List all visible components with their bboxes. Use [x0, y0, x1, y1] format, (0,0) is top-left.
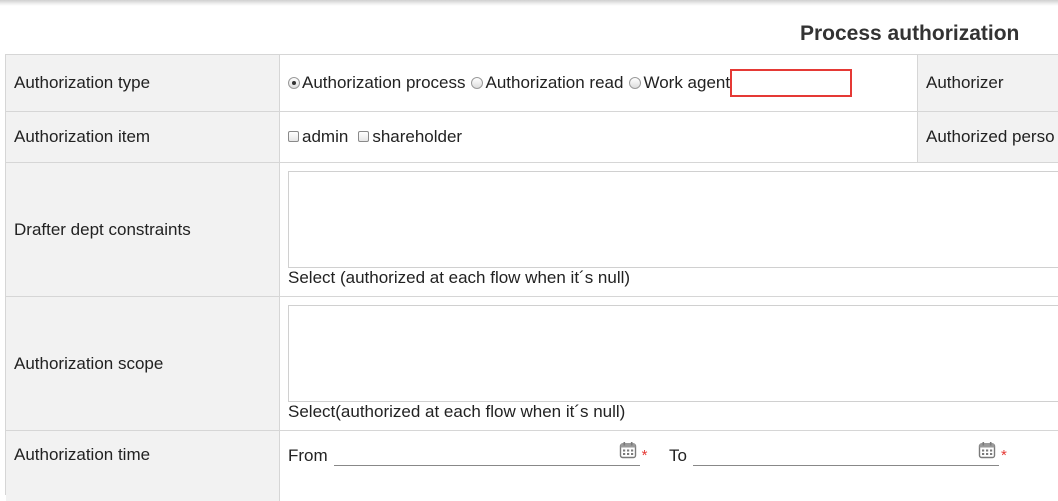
authorization-time-label: Authorization time	[14, 445, 151, 464]
drafter-dept-label-cell: Drafter dept constraints	[6, 163, 280, 296]
drafter-dept-textarea[interactable]	[288, 171, 1058, 268]
page-title: Process authorization	[800, 22, 1020, 45]
radio-unchecked-icon[interactable]	[471, 77, 484, 89]
drafter-dept-select-link[interactable]: Select (authorized at each flow when it´…	[288, 268, 630, 288]
radio-authorization-read[interactable]: Authorization read	[471, 73, 623, 93]
checkbox-admin-label: admin	[302, 127, 349, 146]
radio-work-agent-label: Work agent	[643, 73, 731, 92]
radio-authorization-process[interactable]: Authorization process	[288, 73, 465, 93]
drafter-dept-content: Select (authorized at each flow when it´…	[280, 163, 1058, 296]
authorizer-label-cell: Authorizer	[918, 55, 1058, 111]
authorized-person-label-cell: Authorized perso	[918, 112, 1058, 162]
authorization-form: Authorization type Authorization process…	[5, 54, 1058, 501]
row-authorization-type: Authorization type Authorization process…	[6, 55, 1058, 112]
calendar-icon[interactable]	[619, 441, 637, 459]
radio-authorization-process-label: Authorization process	[302, 73, 466, 92]
from-label: From	[288, 446, 328, 465]
authorization-item-label: Authorization item	[14, 127, 151, 146]
authorization-scope-label-cell: Authorization scope	[6, 297, 280, 430]
authorizer-label: Authorizer	[926, 73, 1004, 92]
to-required-mark: *	[1000, 447, 1007, 464]
to-date-input[interactable]	[692, 442, 999, 466]
radio-authorization-read-label: Authorization read	[485, 73, 624, 92]
to-date-group: To *	[669, 442, 1007, 466]
checkbox-admin[interactable]: admin	[288, 127, 348, 147]
authorization-scope-select-link[interactable]: Select(authorized at each flow when it´s…	[288, 402, 625, 422]
top-rule	[0, 0, 1058, 6]
authorization-time-label-cell: Authorization time	[6, 431, 280, 501]
row-drafter-dept: Drafter dept constraints Select (authori…	[6, 163, 1058, 297]
radio-work-agent[interactable]: Work agent	[629, 73, 730, 93]
work-agent-input[interactable]	[730, 69, 853, 97]
authorization-scope-content: Select(authorized at each flow when it´s…	[280, 297, 1058, 430]
radio-checked-icon[interactable]	[288, 77, 300, 89]
authorization-scope-label: Authorization scope	[14, 353, 164, 373]
from-date-input[interactable]	[333, 442, 640, 466]
from-date-group: From *	[288, 442, 648, 466]
row-authorization-scope: Authorization scope Select(authorized at…	[6, 297, 1058, 431]
checkbox-icon[interactable]	[358, 131, 370, 142]
checkbox-shareholder-label: shareholder	[372, 127, 463, 146]
checkbox-icon[interactable]	[288, 131, 299, 142]
row-authorization-time: Authorization time From * To *	[6, 431, 1058, 501]
authorization-type-options: Authorization process Authorization read…	[280, 55, 918, 111]
radio-unchecked-icon[interactable]	[629, 77, 642, 89]
authorized-person-label: Authorized perso	[926, 127, 1055, 146]
authorization-item-label-cell: Authorization item	[6, 112, 280, 162]
checkbox-shareholder[interactable]: shareholder	[358, 127, 462, 147]
authorization-time-content: From * To *	[280, 431, 1058, 501]
authorization-type-label-cell: Authorization type	[6, 55, 280, 111]
to-label: To	[669, 446, 687, 465]
authorization-type-label: Authorization type	[14, 73, 151, 92]
from-required-mark: *	[641, 447, 648, 464]
drafter-dept-label: Drafter dept constraints	[14, 219, 191, 239]
authorization-scope-textarea[interactable]	[288, 305, 1058, 402]
authorization-item-options: admin shareholder	[280, 112, 918, 162]
row-authorization-item: Authorization item admin shareholder Aut…	[6, 112, 1058, 163]
calendar-icon[interactable]	[978, 441, 996, 459]
